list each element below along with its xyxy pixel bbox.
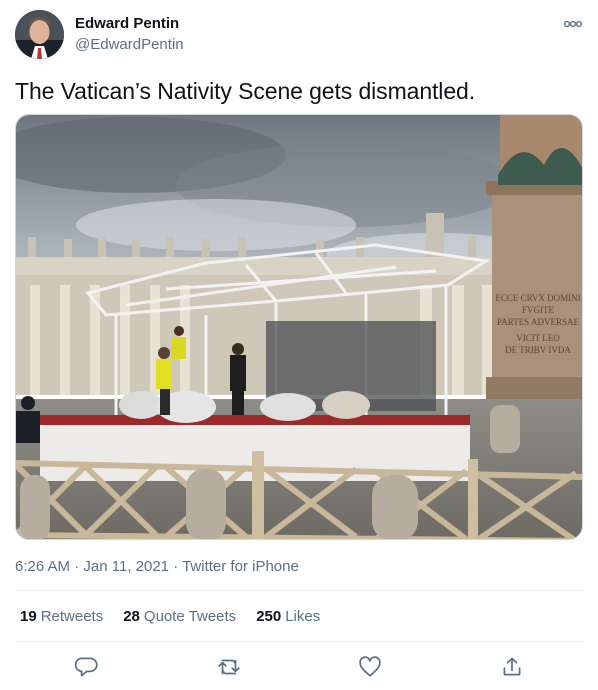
divider: [15, 590, 583, 591]
meta-separator-2: ·: [169, 558, 183, 575]
retweets-stat[interactable]: 19 Retweets: [20, 608, 103, 625]
divider: [15, 641, 583, 642]
likes-label: Likes: [285, 608, 321, 625]
quote-tweets-label: Quote Tweets: [143, 608, 237, 625]
inscription-line-5: DE TRIBV IVDA: [505, 345, 571, 355]
tweet-time[interactable]: 6:26 AM: [15, 558, 70, 575]
author-handle[interactable]: @EdwardPentin: [75, 36, 184, 53]
tweet-actions: [0, 652, 598, 682]
likes-count: 250: [256, 608, 282, 625]
inscription-line-2: FVGITE: [522, 305, 554, 315]
tweet-text: The Vatican’s Nativity Scene gets disman…: [15, 78, 475, 104]
meta-separator: ·: [70, 558, 84, 575]
author-name[interactable]: Edward Pentin: [75, 15, 179, 32]
tweet-card: Edward Pentin @EdwardPentin The Vatican’…: [0, 0, 598, 690]
likes-stat[interactable]: 250 Likes: [256, 608, 320, 625]
inscription-line-1: ECCE CRVX DOMINI: [495, 293, 580, 303]
tweet-source[interactable]: Twitter for iPhone: [182, 558, 299, 575]
tweet-meta: 6:26 AM · Jan 11, 2021 · Twitter for iPh…: [15, 558, 299, 575]
share-icon[interactable]: [499, 654, 525, 680]
retweets-label: Retweets: [40, 608, 104, 625]
inscription-line-3: PARTES ADVERSAE: [497, 317, 579, 327]
tweet-photo[interactable]: ECCE CRVX DOMINI FVGITE PARTES ADVERSAE …: [15, 114, 583, 540]
reply-icon[interactable]: [74, 654, 100, 680]
tweet-date[interactable]: Jan 11, 2021: [83, 558, 169, 575]
like-icon[interactable]: [357, 654, 383, 680]
avatar[interactable]: [15, 10, 64, 59]
inscription-line-4: VICIT LEO: [516, 333, 560, 343]
retweets-count: 19: [20, 608, 37, 625]
quote-tweets-count: 28: [123, 608, 140, 625]
quote-tweets-stat[interactable]: 28 Quote Tweets: [123, 608, 236, 625]
retweet-icon[interactable]: [216, 654, 242, 680]
more-icon[interactable]: [560, 14, 586, 34]
tweet-stats: 19 Retweets 28 Quote Tweets 250 Likes: [20, 608, 320, 625]
